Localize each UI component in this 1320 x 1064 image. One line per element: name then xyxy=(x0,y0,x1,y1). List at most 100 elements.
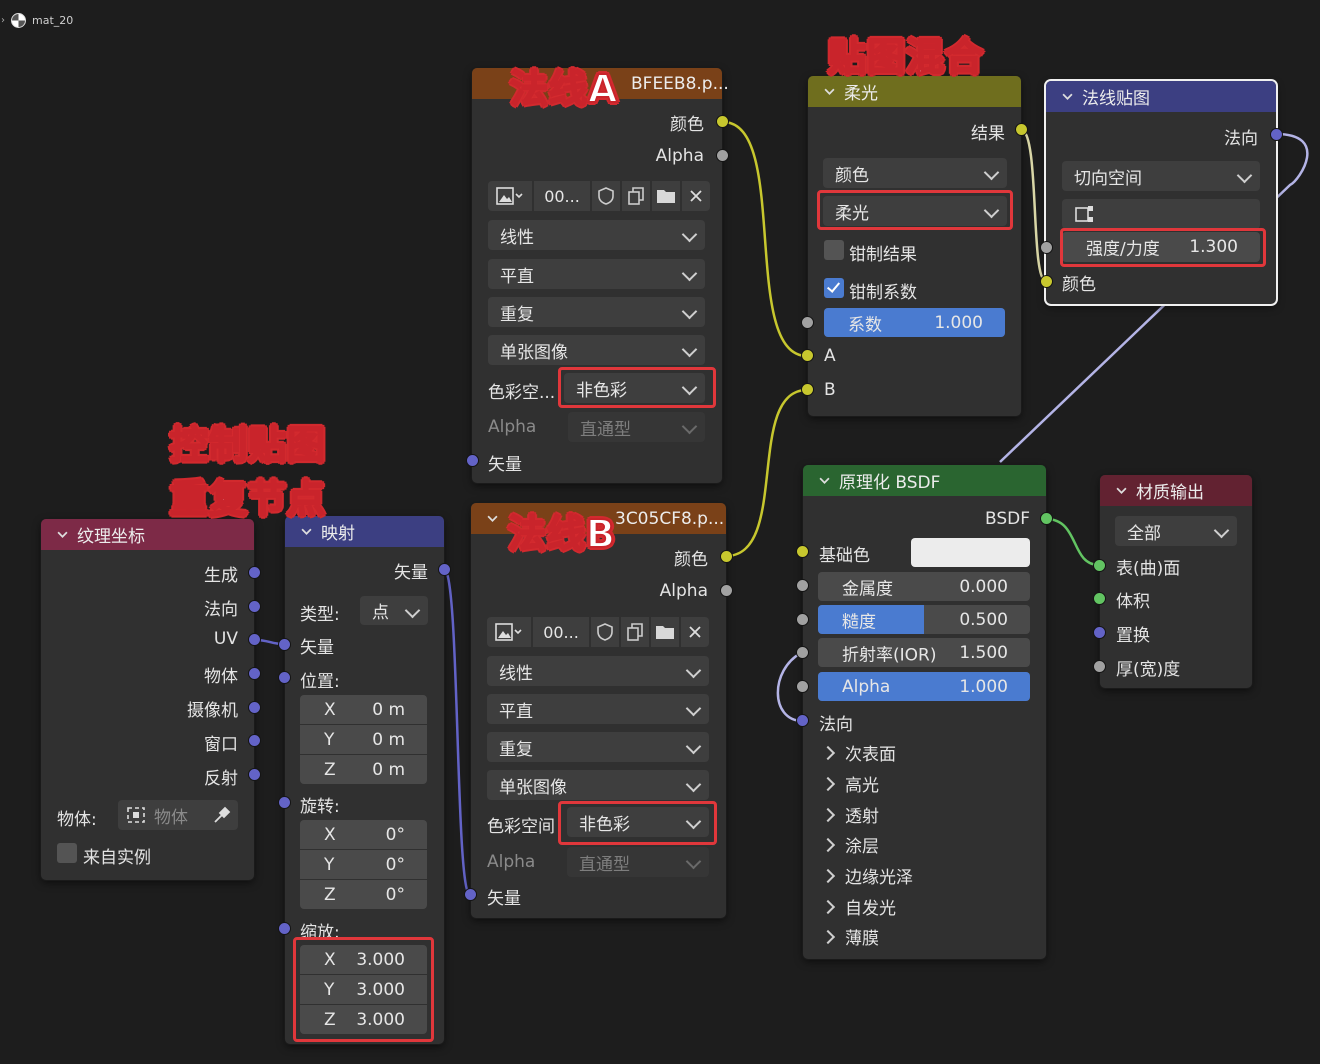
interpolation-dropdown[interactable]: 线性 xyxy=(487,656,709,686)
panel-thin-film[interactable]: 薄膜 xyxy=(820,924,879,949)
from-instancer-checkbox[interactable] xyxy=(57,843,77,863)
tc-normal-socket[interactable] xyxy=(248,600,261,613)
mapping-scale-socket[interactable] xyxy=(278,922,291,935)
node-principled-bsdf[interactable]: 原理化 BSDF BSDF 基础色 金属度 0.000 糙度 0.500 折射率… xyxy=(803,465,1046,959)
node-normal-map[interactable]: 法线贴图 法向 切向空间 强度/力度 1.300 颜色 xyxy=(1046,81,1276,304)
node-header[interactable]: 法线贴图 xyxy=(1046,81,1276,112)
node-header[interactable]: 原理化 BSDF xyxy=(803,465,1046,496)
tc-uv-socket[interactable] xyxy=(248,633,261,646)
location-x-field[interactable]: X 0 m xyxy=(300,695,427,724)
tc-reflection-socket[interactable] xyxy=(248,768,261,781)
tc-window-socket[interactable] xyxy=(248,734,261,747)
panel-transmission[interactable]: 透射 xyxy=(820,802,879,827)
image-selector[interactable]: 00... xyxy=(487,617,709,647)
colorspace-dropdown[interactable]: 非色彩 xyxy=(564,373,705,403)
base-color-swatch[interactable] xyxy=(911,538,1030,567)
bsdf-metallic-socket[interactable] xyxy=(796,579,809,592)
ior-slider[interactable]: 折射率(IOR) 1.500 xyxy=(818,638,1030,667)
chevron-down-icon[interactable] xyxy=(487,513,498,524)
rotation-y-field[interactable]: Y 0° xyxy=(300,850,427,879)
image-name-field[interactable]: 00... xyxy=(533,617,589,647)
mix-a-socket[interactable] xyxy=(801,349,814,362)
image-selector[interactable]: 00... xyxy=(488,181,710,211)
output-thickness-socket[interactable] xyxy=(1093,660,1106,673)
fake-user-button[interactable] xyxy=(592,181,620,211)
target-dropdown[interactable]: 全部 xyxy=(1115,516,1237,546)
data-type-dropdown[interactable]: 颜色 xyxy=(823,158,1007,188)
bsdf-ior-socket[interactable] xyxy=(796,646,809,659)
bsdf-normal-socket[interactable] xyxy=(796,714,809,727)
bsdf-output-socket[interactable] xyxy=(1040,512,1053,525)
mix-factor-socket[interactable] xyxy=(801,316,814,329)
interpolation-dropdown[interactable]: 线性 xyxy=(488,220,705,250)
strength-socket[interactable] xyxy=(1040,241,1053,254)
unlink-image-button[interactable] xyxy=(682,181,710,211)
scale-x-field[interactable]: X 3.000 xyxy=(300,945,427,974)
panel-emission[interactable]: 自发光 xyxy=(820,894,896,919)
strength-slider[interactable]: 强度/力度 1.300 xyxy=(1062,232,1260,262)
factor-slider[interactable]: 系数 1.000 xyxy=(824,308,1005,337)
scale-y-field[interactable]: Y 3.000 xyxy=(300,975,427,1004)
duplicate-image-button[interactable] xyxy=(621,617,649,647)
mapping-vector-socket[interactable] xyxy=(278,638,291,651)
location-z-field[interactable]: Z 0 m xyxy=(300,755,427,784)
image-a-alpha-socket[interactable] xyxy=(716,149,729,162)
panel-coat[interactable]: 涂层 xyxy=(820,832,879,857)
rotation-z-field[interactable]: Z 0° xyxy=(300,880,427,909)
alpha-slider[interactable]: Alpha 1.000 xyxy=(818,672,1030,701)
extension-dropdown[interactable]: 重复 xyxy=(488,297,705,327)
chevron-down-icon[interactable] xyxy=(819,475,830,486)
chevron-down-icon[interactable] xyxy=(824,86,835,97)
bsdf-base-color-socket[interactable] xyxy=(796,545,809,558)
output-surface-socket[interactable] xyxy=(1093,559,1106,572)
projection-dropdown[interactable]: 平直 xyxy=(487,694,709,724)
bsdf-alpha-socket[interactable] xyxy=(796,680,809,693)
image-b-color-socket[interactable] xyxy=(720,550,733,563)
output-volume-socket[interactable] xyxy=(1093,592,1106,605)
node-texture-coordinate[interactable]: 纹理坐标 生成 法向 UV 物体 摄像机 窗口 反射 物体: 物体 来自实例 xyxy=(41,519,254,880)
tc-object-socket[interactable] xyxy=(248,667,261,680)
mapping-location-socket[interactable] xyxy=(278,671,291,684)
rotation-x-field[interactable]: X 0° xyxy=(300,820,427,849)
chevron-down-icon[interactable] xyxy=(57,529,68,540)
roughness-slider[interactable]: 糙度 0.500 xyxy=(818,605,1030,634)
extension-dropdown[interactable]: 重复 xyxy=(487,732,709,762)
bsdf-roughness-socket[interactable] xyxy=(796,613,809,626)
node-mapping[interactable]: 映射 矢量 类型: 点 矢量 位置: X 0 m Y 0 m Z 0 m 旋转: X 0… xyxy=(285,516,444,1044)
node-header[interactable]: 材质输出 xyxy=(1100,475,1252,506)
blend-mode-dropdown[interactable]: 柔光 xyxy=(823,196,1007,226)
mix-result-socket[interactable] xyxy=(1015,123,1028,136)
normal-color-socket[interactable] xyxy=(1040,275,1053,288)
normal-output-socket[interactable] xyxy=(1270,128,1283,141)
clamp-result-checkbox[interactable] xyxy=(824,240,844,260)
scale-z-field[interactable]: Z 3.000 xyxy=(300,1005,427,1034)
image-a-color-socket[interactable] xyxy=(716,115,729,128)
projection-dropdown[interactable]: 平直 xyxy=(488,259,705,289)
image-name-field[interactable]: 00... xyxy=(534,181,590,211)
chevron-down-icon[interactable] xyxy=(1062,91,1073,102)
eyedropper-icon[interactable] xyxy=(212,805,232,825)
clamp-factor-checkbox[interactable] xyxy=(824,278,844,298)
fake-user-button[interactable] xyxy=(591,617,619,647)
type-dropdown[interactable]: 点 xyxy=(360,596,428,625)
open-image-button[interactable] xyxy=(652,181,680,211)
image-a-vector-socket[interactable] xyxy=(466,454,479,467)
unlink-image-button[interactable] xyxy=(681,617,709,647)
source-dropdown[interactable]: 单张图像 xyxy=(487,770,709,800)
panel-subsurface[interactable]: 次表面 xyxy=(820,740,896,765)
space-dropdown[interactable]: 切向空间 xyxy=(1062,161,1260,191)
metallic-slider[interactable]: 金属度 0.000 xyxy=(818,572,1030,601)
source-dropdown[interactable]: 单张图像 xyxy=(488,335,705,365)
node-material-output[interactable]: 材质输出 全部 表(曲)面 体积 置换 厚(宽)度 xyxy=(1100,475,1252,688)
object-picker[interactable]: 物体 xyxy=(118,800,238,830)
duplicate-image-button[interactable] xyxy=(622,181,650,211)
image-b-alpha-socket[interactable] xyxy=(720,584,733,597)
uv-map-field[interactable] xyxy=(1062,199,1260,229)
tc-camera-socket[interactable] xyxy=(248,701,261,714)
panel-specular[interactable]: 高光 xyxy=(820,771,879,796)
image-browse-button[interactable] xyxy=(488,181,532,211)
node-image-texture-b[interactable]: 3C05CF8.p... 颜色 Alpha 00... 线性 平直 重复 单张图… xyxy=(471,503,726,918)
chevron-down-icon[interactable] xyxy=(1116,485,1127,496)
location-y-field[interactable]: Y 0 m xyxy=(300,725,427,754)
colorspace-dropdown[interactable]: 非色彩 xyxy=(567,807,709,837)
